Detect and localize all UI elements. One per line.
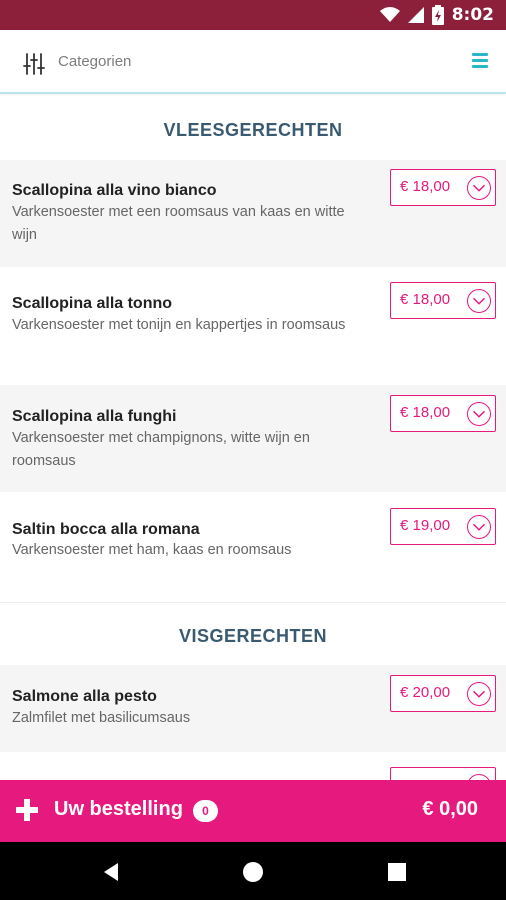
menu-icon[interactable] (472, 53, 488, 69)
chevron-down-icon (467, 402, 491, 426)
chevron-down-icon (467, 289, 491, 313)
price-label: € 18,00 (400, 291, 451, 308)
item-description: Varkensoester met ham, kaas en roomsaus (12, 542, 292, 558)
price-label: € 18,00 (400, 404, 451, 421)
top-bar: Categorien (0, 30, 506, 94)
item-name: Saltin bocca alla romana (12, 521, 200, 538)
price-label: € 20,00 (400, 684, 451, 701)
back-icon[interactable] (100, 861, 122, 883)
order-label: Uw bestelling (54, 798, 183, 820)
navigation-bar (0, 842, 506, 900)
price-label: € 19,00 (400, 517, 451, 534)
order-total: € 0,00 (422, 798, 478, 820)
divider (0, 602, 506, 603)
price-button[interactable]: € 20,00 (390, 675, 496, 712)
status-bar: 8:02 (0, 0, 506, 30)
home-icon[interactable] (242, 861, 264, 883)
filter-icon[interactable] (22, 52, 46, 76)
item-description: Varkensoester met een roomsaus van kaas … (12, 204, 345, 243)
section-title: VISGERECHTEN (178, 626, 328, 646)
menu-item[interactable]: Scallopina alla vino bianco Varkensoeste… (0, 160, 506, 267)
section-title: VLEESGERECHTEN (163, 120, 343, 140)
chevron-down-icon (467, 176, 491, 200)
menu-item[interactable]: Salmone alla pesto Zalmfilet met basilic… (0, 665, 506, 752)
item-name: Scallopina alla vino bianco (12, 182, 217, 199)
price-button[interactable]: € 18,00 (390, 169, 496, 206)
plus-icon (16, 799, 38, 821)
item-description: Varkensoester met tonijn en kappertjes i… (12, 317, 346, 333)
price-button[interactable]: € 18,00 (390, 282, 496, 319)
wifi-icon (379, 7, 400, 22)
price-button[interactable]: € 19,00 (390, 508, 496, 545)
item-name: Salmone alla pesto (12, 688, 157, 705)
status-time: 8:02 (451, 5, 494, 25)
order-bar[interactable]: Uw bestelling 0 € 0,00 (0, 780, 506, 842)
price-button[interactable]: € 18,00 (390, 395, 496, 432)
menu-item[interactable]: Saltin bocca alla romana Varkensoester m… (0, 492, 506, 602)
item-name: Scallopina alla funghi (12, 408, 177, 425)
chevron-down-icon (467, 682, 491, 706)
categories-label[interactable]: Categorien (58, 53, 131, 70)
recents-icon[interactable] (386, 861, 408, 883)
item-name: Scallopina alla tonno (12, 295, 173, 312)
battery-icon (431, 5, 444, 25)
signal-icon (407, 7, 424, 23)
price-label: € 18,00 (400, 178, 451, 195)
item-description: Varkensoester met champignons, witte wij… (12, 430, 310, 469)
item-description: Zalmfilet met basilicumsaus (12, 710, 191, 726)
menu-item[interactable]: Scallopina alla tonno Varkensoester met … (0, 267, 506, 385)
menu-item[interactable]: Scallopina alla funghi Varkensoester met… (0, 385, 506, 492)
chevron-down-icon (467, 515, 491, 539)
order-count-badge: 0 (193, 800, 218, 822)
